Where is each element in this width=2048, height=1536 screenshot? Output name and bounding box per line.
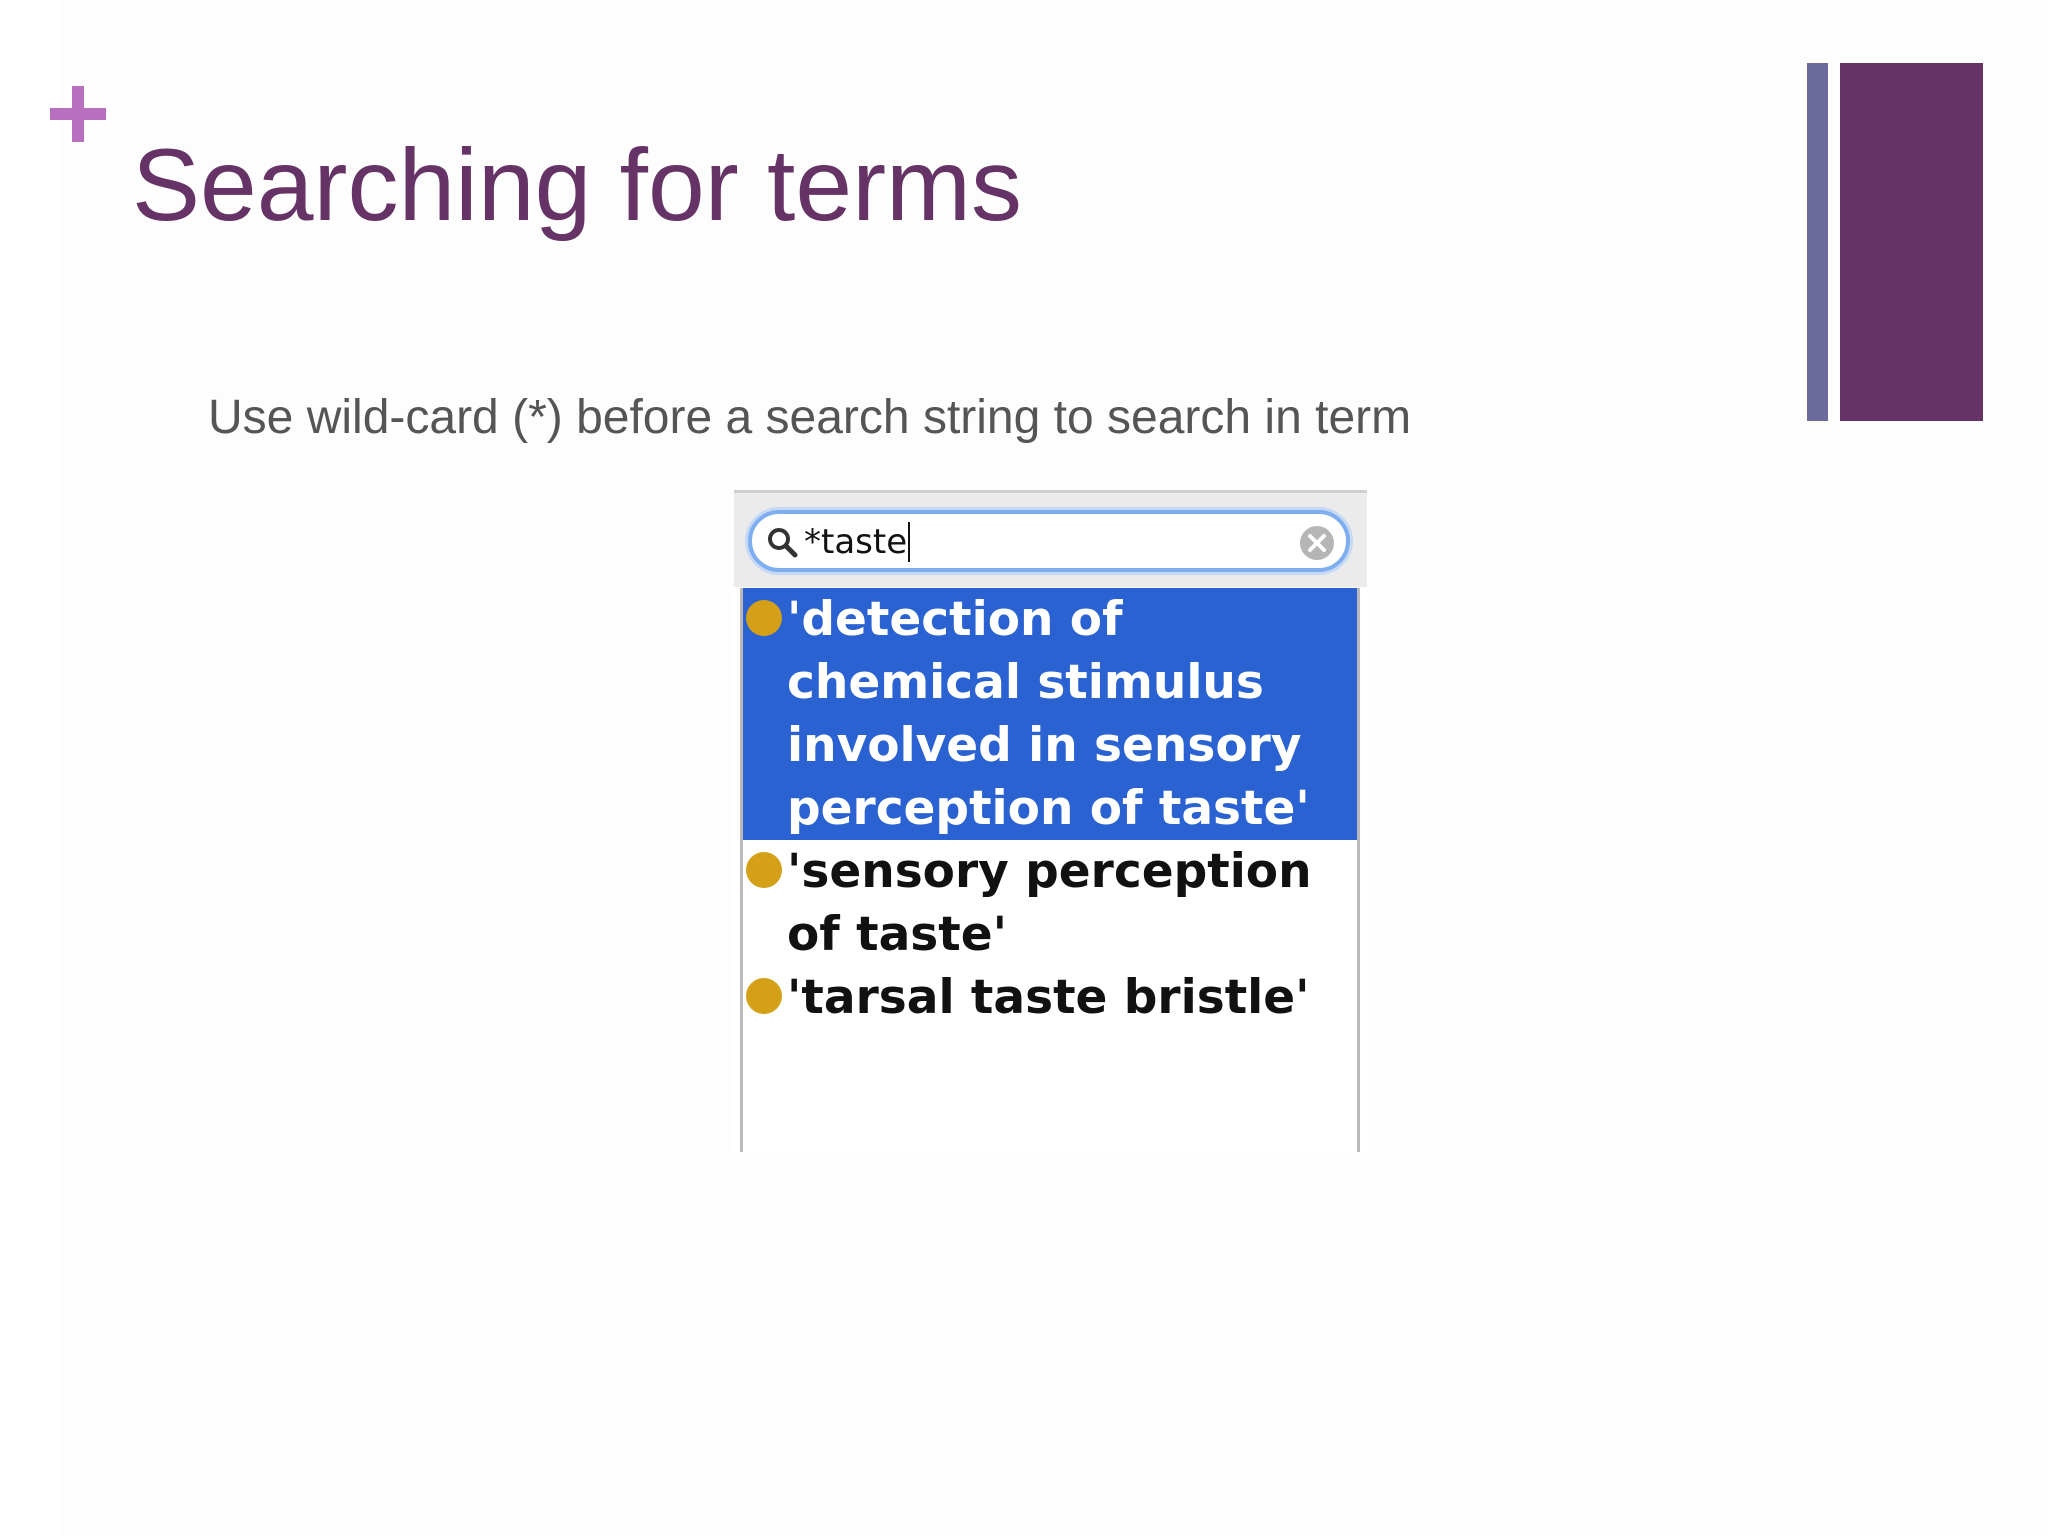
result-item[interactable]: 'sensory perception of taste' xyxy=(743,840,1357,966)
result-item-selected[interactable]: 'detection of chemical stimulus involved… xyxy=(743,588,1357,840)
slide-title: Searching for terms xyxy=(132,128,1023,242)
accent-bar-thick xyxy=(1840,63,1983,421)
plus-icon xyxy=(50,86,106,142)
search-bar-area: *taste xyxy=(734,490,1367,587)
class-bullet-icon xyxy=(746,852,782,888)
magnifier-icon xyxy=(768,528,798,558)
slide-margin xyxy=(0,0,58,1536)
search-field[interactable]: *taste xyxy=(748,510,1350,572)
class-bullet-icon xyxy=(746,600,782,636)
accent-bar-thin xyxy=(1807,63,1828,421)
search-input-value[interactable]: *taste xyxy=(804,522,911,562)
slide-body-text: Use wild-card (*) before a search string… xyxy=(208,391,1412,444)
class-bullet-icon xyxy=(746,978,782,1014)
result-label: 'detection of chemical stimulus involved… xyxy=(787,592,1310,836)
search-screenshot-panel: *taste 'detection of chemical stimulus i… xyxy=(734,490,1367,1152)
text-caret xyxy=(908,522,911,562)
result-label: 'tarsal taste bristle' xyxy=(787,970,1310,1025)
result-item[interactable]: 'tarsal taste bristle' xyxy=(743,966,1357,1029)
clear-x-icon[interactable] xyxy=(1298,524,1336,562)
result-label: 'sensory perception of taste' xyxy=(787,844,1312,962)
search-results-list: 'detection of chemical stimulus involved… xyxy=(740,588,1360,1152)
search-query: *taste xyxy=(804,522,908,562)
